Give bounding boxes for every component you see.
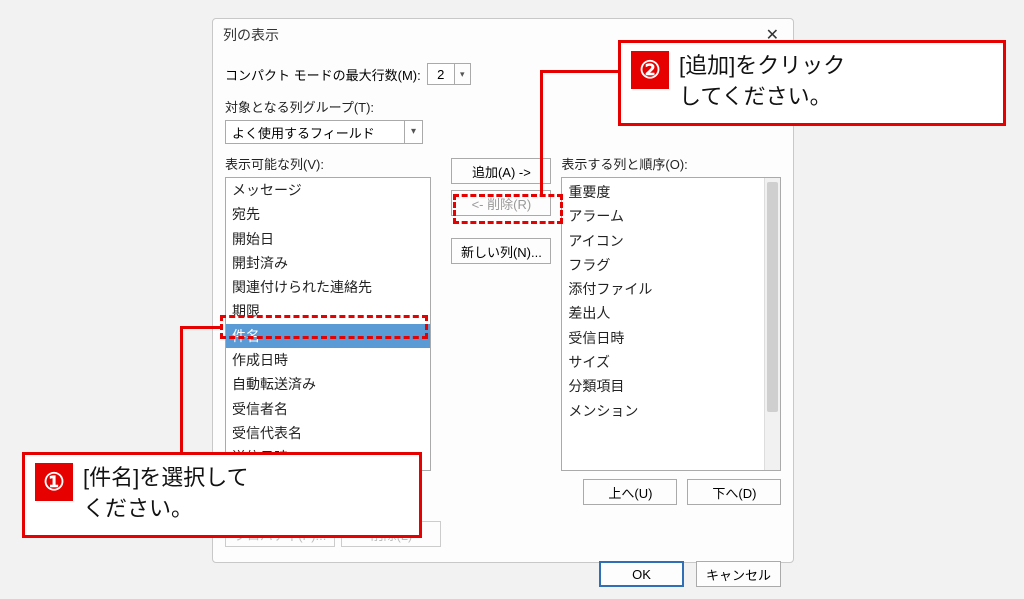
column-group-select[interactable]: よく使用するフィールド ▾: [225, 120, 423, 144]
callout-1: ① [件名]を選択して ください。: [22, 452, 422, 538]
callout-1-text: [件名]を選択して ください。: [83, 463, 249, 525]
list-item[interactable]: 件名: [226, 324, 430, 348]
compact-rows-input[interactable]: [428, 64, 454, 84]
displayed-columns-label: 表示する列と順序(O):: [561, 154, 781, 173]
add-button[interactable]: 追加(A) ->: [451, 158, 551, 184]
list-item[interactable]: 期限: [226, 299, 430, 323]
list-item[interactable]: 分類項目: [562, 374, 764, 398]
available-columns-label: 表示可能な列(V):: [225, 154, 441, 173]
move-down-button[interactable]: 下へ(D): [687, 479, 781, 505]
chevron-down-icon[interactable]: ▾: [404, 121, 422, 143]
callout-2-text: [追加]をクリック してください。: [679, 51, 845, 113]
list-item[interactable]: 受信代表名: [226, 421, 430, 445]
list-item[interactable]: メッセージ: [226, 178, 430, 202]
list-item[interactable]: 差出人: [562, 301, 764, 325]
available-columns-list[interactable]: メッセージ宛先開始日開封済み関連付けられた連絡先期限件名作成日時自動転送済み受信…: [225, 177, 431, 471]
step-badge-2: ②: [631, 51, 669, 89]
displayed-columns-list[interactable]: 重要度アラームアイコンフラグ添付ファイル差出人受信日時サイズ分類項目メンション: [561, 177, 781, 471]
list-item[interactable]: 宛先: [226, 202, 430, 226]
list-item[interactable]: サイズ: [562, 350, 764, 374]
dialog-title: 列の表示: [223, 25, 279, 45]
list-item[interactable]: メンション: [562, 399, 764, 423]
step-badge-1: ①: [35, 463, 73, 501]
connector-line: [180, 326, 220, 329]
list-item[interactable]: 添付ファイル: [562, 277, 764, 301]
new-column-button[interactable]: 新しい列(N)...: [451, 238, 551, 264]
list-item[interactable]: フラグ: [562, 253, 764, 277]
list-item[interactable]: 受信日時: [562, 326, 764, 350]
cancel-button[interactable]: キャンセル: [696, 561, 781, 587]
compact-rows-spinner[interactable]: ▾: [427, 63, 471, 85]
column-group-value: よく使用するフィールド: [232, 123, 375, 142]
connector-line: [180, 326, 183, 456]
list-item[interactable]: 自動転送済み: [226, 372, 430, 396]
connector-line: [540, 70, 543, 195]
list-item[interactable]: 関連付けられた連絡先: [226, 275, 430, 299]
list-item[interactable]: アイコン: [562, 229, 764, 253]
compact-rows-label: コンパクト モードの最大行数(M):: [225, 65, 421, 84]
remove-button: <- 削除(R): [451, 190, 551, 216]
list-item[interactable]: アラーム: [562, 204, 764, 228]
list-item[interactable]: 作成日時: [226, 348, 430, 372]
scroll-thumb[interactable]: [767, 182, 778, 412]
ok-button[interactable]: OK: [599, 561, 684, 587]
callout-2: ② [追加]をクリック してください。: [618, 40, 1006, 126]
scrollbar[interactable]: [764, 178, 780, 470]
list-item[interactable]: 開始日: [226, 227, 430, 251]
connector-line: [540, 70, 620, 73]
list-item[interactable]: 開封済み: [226, 251, 430, 275]
list-item[interactable]: 重要度: [562, 180, 764, 204]
move-up-button[interactable]: 上へ(U): [583, 479, 677, 505]
list-item[interactable]: 受信者名: [226, 397, 430, 421]
chevron-down-icon[interactable]: ▾: [454, 64, 470, 84]
